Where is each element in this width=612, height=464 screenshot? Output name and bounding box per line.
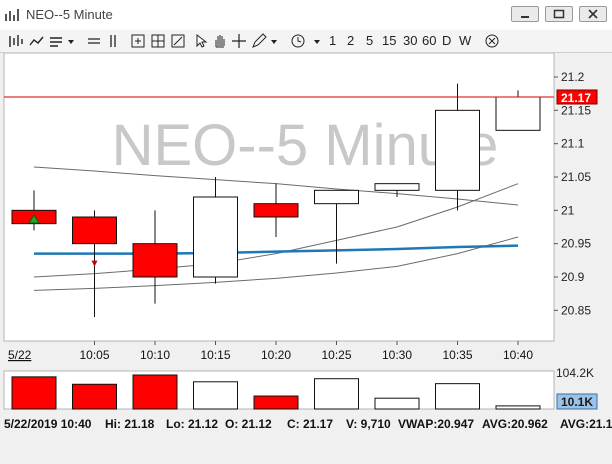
- status-open: O: 21.12: [225, 417, 272, 431]
- line-chart-icon: [29, 36, 44, 46]
- maximize-button[interactable]: [545, 6, 573, 22]
- time-axis-label: 10:20: [261, 348, 291, 362]
- bar-chart-style-button[interactable]: [6, 32, 26, 50]
- close-icon: [588, 9, 598, 19]
- close-chart-button[interactable]: [484, 32, 500, 50]
- timeframe-dropdown[interactable]: [290, 32, 324, 50]
- status-close: C: 21.17: [287, 417, 333, 431]
- status-low: Lo: 21.12: [166, 417, 218, 431]
- volume-max-label: 104.2K: [556, 366, 594, 380]
- zoom-reset-button[interactable]: [170, 32, 186, 50]
- interval-15[interactable]: 15: [382, 32, 396, 50]
- candle-body[interactable]: [193, 196, 238, 278]
- price-axis-label: 21: [561, 203, 575, 217]
- time-axis-label: 10:35: [442, 348, 472, 362]
- date-label: 5/22: [8, 348, 32, 362]
- candle-body[interactable]: [132, 243, 178, 278]
- interval-1[interactable]: 1: [329, 32, 336, 50]
- price-panel: [3, 52, 555, 342]
- interval-5[interactable]: 5: [366, 32, 373, 50]
- horizontal-lines-icon: [88, 38, 100, 44]
- price-axis-label: 20.9: [561, 270, 585, 284]
- vertical-line-button[interactable]: [106, 32, 120, 50]
- zoom-box-icon: [131, 34, 145, 48]
- price-axis-label: 20.95: [561, 237, 591, 251]
- interval-daily[interactable]: D: [442, 32, 451, 50]
- volume-current-label: 10.1K: [561, 395, 593, 409]
- volume-bar: [495, 405, 541, 410]
- window-title: NEO--5 Minute: [26, 7, 113, 22]
- interval-2[interactable]: 2: [347, 32, 354, 50]
- volume-bar: [132, 374, 178, 410]
- status-date: 5/22/2019 10:40: [4, 417, 92, 431]
- list-lines-icon: [50, 37, 74, 47]
- current-price-label: 21.17: [561, 91, 591, 105]
- candle-body[interactable]: [314, 189, 359, 205]
- candle-body[interactable]: [72, 216, 117, 245]
- crosshair-tool-button[interactable]: [232, 32, 246, 50]
- horizontal-line-button[interactable]: [86, 32, 102, 50]
- minimize-button[interactable]: [511, 6, 539, 22]
- time-axis-label: 10:05: [79, 348, 109, 362]
- close-button[interactable]: [579, 6, 607, 22]
- status-volume: V: 9,710: [346, 417, 391, 431]
- volume-bar: [11, 376, 57, 410]
- zoom-grid-icon: [151, 34, 165, 48]
- price-axis-label: 21.05: [561, 170, 591, 184]
- price-axis-label: 21.15: [561, 103, 591, 117]
- time-axis-label: 10:40: [503, 348, 533, 362]
- volume-bar: [314, 378, 359, 410]
- hand-icon: [215, 35, 225, 48]
- chart-toolbar: 1 2 5 15 30 60 D W: [0, 30, 612, 53]
- circle-x-icon: [485, 34, 499, 48]
- interval-weekly[interactable]: W: [459, 32, 471, 50]
- candle-body[interactable]: [374, 183, 420, 191]
- candle-body[interactable]: [253, 203, 299, 218]
- status-avg-second: AVG:21.1: [560, 417, 612, 431]
- vertical-lines-icon: [110, 35, 116, 47]
- volume-bar: [193, 381, 238, 410]
- interval-30[interactable]: 30: [403, 32, 417, 50]
- status-high: Hi: 21.18: [105, 417, 155, 431]
- candlestick-chart[interactable]: NEO--5 Minute 21.221.1521.121.052120.952…: [0, 52, 612, 459]
- status-bar: 5/22/2019 10:40 Hi: 21.18 Lo: 21.12 O: 2…: [4, 417, 612, 431]
- candle-body[interactable]: [495, 96, 541, 131]
- time-axis-label: 10:15: [200, 348, 230, 362]
- price-axis-label: 21.2: [561, 70, 585, 84]
- bar-chart-icon: [9, 35, 23, 47]
- price-axis-label: 20.85: [561, 303, 591, 317]
- interval-60[interactable]: 60: [422, 32, 436, 50]
- status-avg: AVG:20.962: [482, 417, 548, 431]
- maximize-icon: [553, 9, 565, 19]
- line-chart-style-button[interactable]: [28, 32, 46, 50]
- candle-body[interactable]: [435, 109, 480, 191]
- time-axis-label: 10:10: [140, 348, 170, 362]
- title-bar: NEO--5 Minute: [0, 0, 612, 31]
- clock-icon: [291, 34, 320, 48]
- zoom-fit-icon: [171, 34, 185, 48]
- time-axis-label: 10:30: [382, 348, 412, 362]
- chart-app-icon: [5, 9, 19, 21]
- volume-bar: [435, 383, 480, 410]
- draw-style-dropdown[interactable]: [48, 32, 78, 50]
- volume-bar: [374, 397, 420, 410]
- price-axis-label: 21.1: [561, 137, 585, 151]
- pencil-icon: [252, 33, 277, 48]
- cursor-arrow-icon: [196, 33, 208, 48]
- current-price-tag: 21.17: [556, 89, 598, 105]
- zoom-in-button[interactable]: [130, 32, 146, 50]
- chart-area[interactable]: NEO--5 Minute 21.2 21.15 21.1 21.05 21 20.95 2…: [0, 52, 612, 459]
- time-axis-label: 10:25: [321, 348, 351, 362]
- zoom-out-button[interactable]: [150, 32, 166, 50]
- minimize-icon: [521, 16, 529, 18]
- pan-tool-button[interactable]: [212, 32, 226, 50]
- draw-tool-dropdown[interactable]: [250, 32, 280, 50]
- volume-bar: [72, 383, 117, 410]
- pointer-tool-button[interactable]: [194, 32, 208, 50]
- crosshair-icon: [232, 34, 246, 48]
- status-vwap: VWAP:20.947: [398, 417, 474, 431]
- volume-bar: [253, 395, 299, 410]
